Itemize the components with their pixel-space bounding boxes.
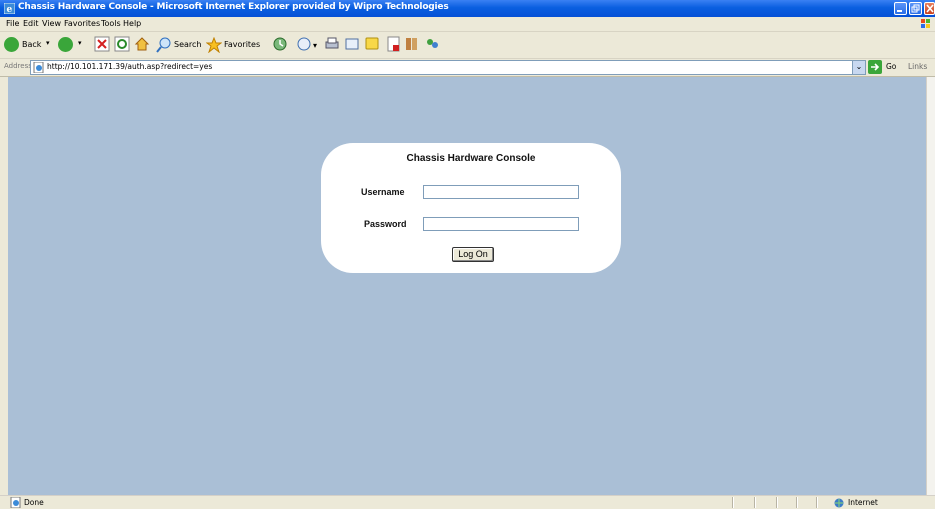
status-divider (776, 497, 778, 508)
status-bar: Done Internet (0, 495, 935, 509)
menu-help[interactable]: Help (123, 19, 141, 28)
favorites-star-icon (206, 37, 222, 53)
address-url: http://10.101.171.39/auth.asp?redirect=y… (47, 62, 213, 71)
favorites-button[interactable]: Favorites (206, 36, 264, 54)
restore-icon (911, 4, 920, 13)
address-bar: Address http://10.101.171.39/auth.asp?re… (0, 59, 935, 77)
zone-label: Internet (848, 498, 878, 507)
menu-bar: File Edit View Favorites Tools Help (0, 17, 935, 32)
minimize-button[interactable] (894, 2, 907, 15)
login-title: Chassis Hardware Console (406, 153, 536, 164)
stop-icon[interactable] (94, 36, 110, 54)
username-label: Username (361, 187, 405, 197)
messenger-icon[interactable] (424, 36, 440, 54)
password-label: Password (364, 219, 407, 229)
refresh-icon[interactable] (114, 36, 130, 54)
back-button[interactable]: Back ▾ (4, 36, 54, 54)
forward-dropdown-icon[interactable]: ▾ (78, 39, 82, 47)
menu-tools[interactable]: Tools (101, 19, 121, 28)
go-arrow-icon (868, 60, 882, 74)
favorites-label: Favorites (224, 40, 261, 49)
back-arrow-icon (4, 37, 19, 52)
menu-view[interactable]: View (42, 19, 61, 28)
status-divider (732, 497, 734, 508)
menu-file[interactable]: File (6, 19, 19, 28)
windows-flag-icon (921, 19, 930, 28)
page-content: Chassis Hardware Console Username Passwo… (8, 77, 926, 495)
window-titlebar: e Chassis Hardware Console - Microsoft I… (0, 0, 935, 17)
forward-button[interactable]: ▾ (58, 36, 88, 54)
print-icon[interactable] (324, 36, 340, 54)
svg-text:e: e (7, 5, 13, 14)
go-button[interactable]: Go (868, 60, 902, 74)
status-text: Done (24, 498, 44, 507)
internet-zone-icon (834, 498, 844, 508)
mail-icon[interactable]: ▾ (296, 36, 320, 54)
search-icon (156, 37, 171, 53)
standard-toolbar: Back ▾ ▾ Search Favorites ▾ (0, 32, 935, 59)
forward-arrow-icon (58, 37, 73, 52)
status-divider (796, 497, 798, 508)
discuss-icon[interactable] (364, 36, 380, 54)
restore-button[interactable] (909, 2, 922, 15)
page-icon (33, 62, 44, 73)
research-icon[interactable] (404, 36, 420, 54)
links-button[interactable]: Links (908, 62, 927, 71)
back-dropdown-icon[interactable]: ▾ (46, 39, 50, 47)
address-dropdown-icon[interactable]: ⌄ (852, 61, 865, 74)
status-divider (754, 497, 756, 508)
password-field[interactable] (423, 217, 579, 231)
close-button[interactable] (924, 2, 935, 15)
search-label: Search (174, 40, 202, 49)
svg-text:▾: ▾ (313, 41, 317, 50)
search-button[interactable]: Search (156, 36, 202, 54)
edit-icon[interactable] (344, 36, 360, 54)
address-label: Address (4, 62, 32, 70)
history-icon[interactable] (272, 36, 288, 54)
log-on-button[interactable]: Log On (452, 247, 494, 262)
window-title: Chassis Hardware Console - Microsoft Int… (18, 2, 449, 12)
back-label: Back (22, 40, 42, 49)
vertical-scrollbar[interactable] (926, 77, 935, 495)
menu-edit[interactable]: Edit (23, 19, 39, 28)
minimize-icon (897, 10, 902, 12)
username-field[interactable] (423, 185, 579, 199)
done-page-icon (10, 497, 21, 508)
address-input[interactable]: http://10.101.171.39/auth.asp?redirect=y… (30, 60, 866, 75)
acrobat-icon[interactable] (386, 36, 402, 54)
close-icon (926, 4, 934, 13)
go-label: Go (886, 62, 897, 71)
home-icon[interactable] (134, 36, 150, 54)
ie-icon: e (4, 3, 15, 14)
login-panel: Chassis Hardware Console Username Passwo… (321, 143, 621, 273)
menu-favorites[interactable]: Favorites (64, 19, 100, 28)
status-divider (816, 497, 818, 508)
